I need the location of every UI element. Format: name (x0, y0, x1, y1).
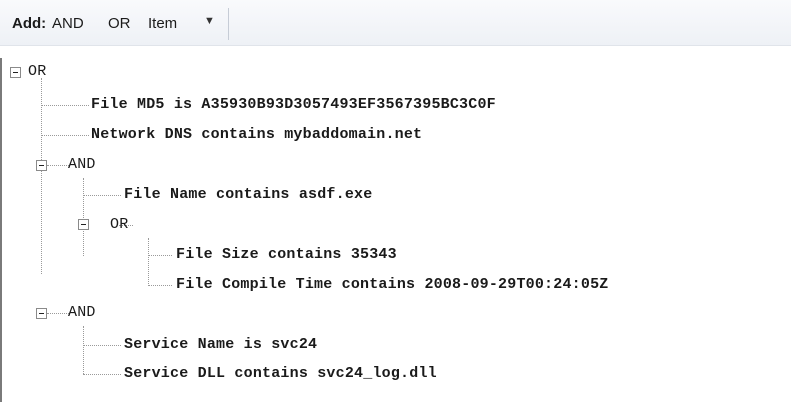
tree-node-and[interactable]: AND (68, 156, 96, 173)
collapse-icon[interactable] (10, 67, 21, 78)
tree-connector (83, 345, 121, 346)
tree-connector (83, 374, 121, 375)
tree-item-file-compile-time[interactable]: File Compile Time contains 2008-09-29T00… (176, 276, 608, 293)
add-item-button[interactable]: Item (148, 15, 177, 32)
tree-node-and[interactable]: AND (68, 304, 96, 321)
add-or-button[interactable]: OR (108, 15, 131, 32)
tree-connector (148, 285, 172, 286)
collapse-icon[interactable] (36, 308, 47, 319)
tree-connector (47, 313, 69, 314)
tree-connector (148, 255, 172, 256)
toolbar: Add: AND OR Item ▼ (0, 0, 791, 46)
tree-connector (41, 135, 89, 136)
chevron-down-icon[interactable]: ▼ (204, 15, 215, 27)
collapse-icon[interactable] (78, 219, 89, 230)
tree-item-file-size[interactable]: File Size contains 35343 (176, 246, 397, 263)
indicator-tree: OR File MD5 is A35930B93D3057493EF356739… (0, 58, 791, 402)
add-and-button[interactable]: AND (52, 15, 84, 32)
tree-connector (83, 195, 121, 196)
add-label: Add: (12, 15, 47, 32)
tree-item-file-md5[interactable]: File MD5 is A35930B93D3057493EF3567395BC… (91, 96, 496, 113)
tree-connector (47, 165, 69, 166)
tree-node-or[interactable]: OR (110, 216, 128, 233)
tree-item-network-dns[interactable]: Network DNS contains mybaddomain.net (91, 126, 422, 143)
tree-item-service-name[interactable]: Service Name is svc24 (124, 336, 317, 353)
toolbar-separator (228, 8, 229, 40)
tree-connector (41, 78, 42, 274)
tree-connector (83, 178, 84, 256)
collapse-icon[interactable] (36, 160, 47, 171)
tree-connector (148, 238, 149, 286)
tree-connector (41, 105, 89, 106)
tree-item-file-name[interactable]: File Name contains asdf.exe (124, 186, 372, 203)
tree-item-service-dll[interactable]: Service DLL contains svc24_log.dll (124, 365, 437, 382)
tree-connector (83, 326, 84, 374)
tree-node-or-root[interactable]: OR (28, 63, 46, 80)
